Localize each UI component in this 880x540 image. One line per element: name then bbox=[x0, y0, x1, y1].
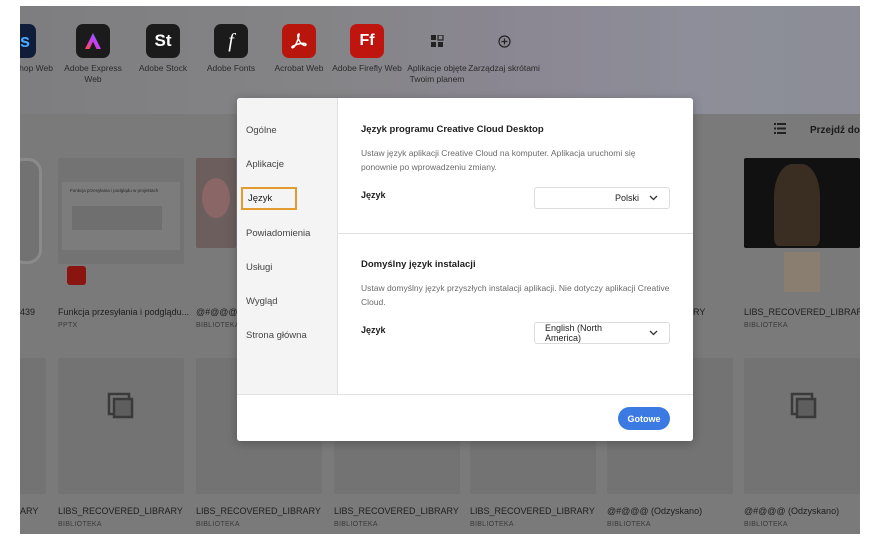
nav-item-general[interactable]: Ogólne bbox=[246, 125, 277, 136]
file-card-lion[interactable] bbox=[744, 158, 860, 248]
app-tile-photoshop[interactable]: Ps Photoshop Web bbox=[20, 24, 55, 74]
adobe-firefly-icon: Ff bbox=[350, 24, 384, 58]
app-label: Adobe Firefly Web bbox=[332, 63, 402, 73]
file-card[interactable] bbox=[20, 158, 42, 264]
chevron-down-icon bbox=[649, 193, 659, 203]
preferences-dialog: Ogólne Aplikacje Język Powiadomienia Usł… bbox=[237, 98, 693, 441]
app-label: Photoshop Web bbox=[20, 63, 53, 73]
nav-item-services[interactable]: Usługi bbox=[246, 262, 272, 273]
dialog-footer: Gotowe bbox=[237, 394, 693, 441]
app-tile-adobe-fonts[interactable]: f Adobe Fonts bbox=[195, 24, 267, 74]
app-tile-adobe-firefly[interactable]: Ff Adobe Firefly Web bbox=[331, 24, 403, 74]
card-type: BIBLIOTEKA bbox=[334, 521, 378, 528]
card-title: LIBS_RECOVERED_LIBRARY bbox=[58, 506, 183, 516]
section-title-install-language: Domyślny język instalacji bbox=[361, 259, 476, 270]
flower-image bbox=[202, 178, 230, 218]
files-toolbar: Przejdź do bbox=[773, 120, 860, 140]
desktop-language-select[interactable]: Polski bbox=[534, 187, 670, 209]
nav-item-appearance[interactable]: Wygląd bbox=[246, 296, 278, 307]
section-divider bbox=[338, 233, 693, 234]
library-card[interactable] bbox=[744, 358, 860, 494]
card-title: ARY bbox=[20, 506, 39, 516]
card-type: BIBLIOTEKA bbox=[58, 521, 102, 528]
adobe-fonts-icon: f bbox=[214, 24, 248, 58]
app-tile-apps-in-plan[interactable]: Aplikacje objęte Twoim planem bbox=[401, 24, 473, 85]
preview-title: Funkcja przesyłania i podglądu w projekt… bbox=[70, 188, 159, 193]
preferences-nav: Ogólne Aplikacje Język Powiadomienia Usł… bbox=[237, 98, 338, 394]
card-title: LIBS_RECOVERED_LIBRARY bbox=[334, 506, 459, 516]
card-title: LIBS_RECOVERED_LIBRARY bbox=[196, 506, 321, 516]
card-type: PPTX bbox=[58, 322, 78, 329]
thumbnail bbox=[744, 252, 780, 292]
plus-circle-icon bbox=[487, 24, 521, 58]
nav-item-language[interactable]: Język bbox=[241, 187, 297, 210]
chevron-down-icon bbox=[649, 328, 659, 338]
app-label: Adobe Fonts bbox=[206, 63, 256, 73]
app-label: Acrobat Web bbox=[274, 63, 324, 73]
card-title: @#@@@ (Odzyskano) bbox=[744, 506, 840, 516]
lion-image bbox=[774, 164, 820, 246]
card-type: BIBLIOTEKA bbox=[196, 322, 240, 329]
app-label: Zarządzaj skrótami bbox=[468, 63, 540, 73]
app-label: Adobe Express Web bbox=[64, 63, 122, 84]
nav-item-home[interactable]: Strona główna bbox=[246, 330, 307, 341]
pptx-preview: Funkcja przesyłania i podglądu w projekt… bbox=[62, 182, 180, 250]
language-settings: Język programu Creative Cloud Desktop Us… bbox=[338, 98, 693, 394]
selected-language: Polski bbox=[614, 193, 639, 203]
nav-item-notifications[interactable]: Powiadomienia bbox=[246, 228, 310, 239]
language-label: Język bbox=[361, 190, 386, 200]
photoshop-icon: Ps bbox=[20, 24, 36, 58]
app-tile-adobe-express[interactable]: Adobe Express Web bbox=[57, 24, 129, 85]
apps-grid-icon bbox=[420, 24, 454, 58]
app-label: Aplikacje objęte Twoim planem bbox=[407, 63, 467, 84]
library-icon bbox=[790, 392, 817, 419]
card-type: BIBLIOTEKA bbox=[196, 521, 240, 528]
done-button[interactable]: Gotowe bbox=[618, 407, 670, 430]
card-title: Funkcja przesyłania i podglądu... bbox=[58, 307, 190, 317]
card-type: BIBLIOTEKA bbox=[744, 322, 788, 329]
file-card-pptx[interactable]: Funkcja przesyłania i podglądu w projekt… bbox=[58, 158, 184, 285]
card-title-partial: RY bbox=[693, 307, 706, 317]
card-title: LIBS_RECOVERED_LIBRARY bbox=[744, 307, 860, 317]
acrobat-icon bbox=[67, 266, 86, 285]
card-title: @#@@@ (Odzyskano) bbox=[607, 506, 703, 516]
app-tile-acrobat[interactable]: Acrobat Web bbox=[263, 24, 335, 74]
file-card[interactable] bbox=[196, 158, 236, 248]
list-view-icon[interactable] bbox=[773, 121, 786, 139]
selected-language: English (North America) bbox=[545, 323, 603, 343]
card-title: LIBS_RECOVERED_LIBRARY bbox=[470, 506, 595, 516]
language-label: Język bbox=[361, 325, 386, 335]
nav-item-apps[interactable]: Aplikacje bbox=[246, 159, 284, 170]
card-type: BIBLIOTEKA bbox=[744, 521, 788, 528]
app-label: Adobe Stock bbox=[138, 63, 188, 73]
adobe-express-icon bbox=[76, 24, 110, 58]
library-icon bbox=[107, 392, 134, 419]
card-type: BIBLIOTEKA bbox=[607, 521, 651, 528]
app-tile-adobe-stock[interactable]: St Adobe Stock bbox=[127, 24, 199, 74]
library-card[interactable] bbox=[58, 358, 184, 494]
card-title: 439 bbox=[20, 307, 36, 317]
acrobat-icon bbox=[282, 24, 316, 58]
thumbnail bbox=[784, 252, 820, 292]
install-language-select[interactable]: English (North America) bbox=[534, 322, 670, 344]
section-desc-desktop-language: Ustaw język aplikacji Creative Cloud na … bbox=[361, 148, 636, 172]
preview-image bbox=[72, 206, 162, 230]
adobe-stock-icon: St bbox=[146, 24, 180, 58]
file-card[interactable] bbox=[20, 358, 46, 494]
app-tile-manage-shortcuts[interactable]: Zarządzaj skrótami bbox=[468, 24, 540, 74]
section-title-desktop-language: Język programu Creative Cloud Desktop bbox=[361, 124, 544, 135]
section-desc-install-language: Ustaw domyślny język przyszłych instalac… bbox=[361, 283, 670, 307]
goto-button[interactable]: Przejdź do bbox=[810, 125, 860, 136]
card-type: BIBLIOTEKA bbox=[470, 521, 514, 528]
